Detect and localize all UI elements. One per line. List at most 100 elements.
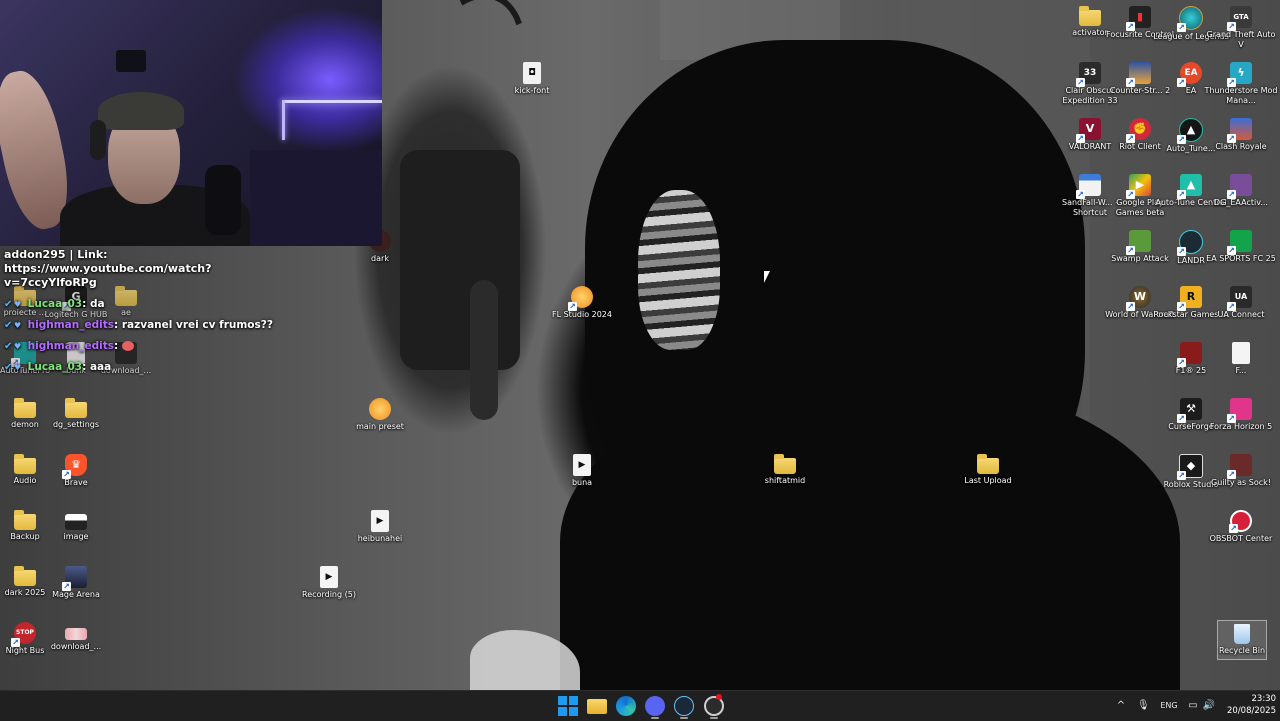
folder-icon	[1079, 6, 1101, 26]
verified-badge-icon: ✔	[4, 320, 13, 331]
chat-text: da	[89, 298, 105, 310]
headset-icon	[90, 120, 106, 160]
network-icon[interactable]: ▭	[1186, 697, 1200, 715]
recycle-bin-icon	[1234, 624, 1250, 644]
volume-icon[interactable]: 🔊	[1202, 697, 1216, 715]
dg-icon	[1227, 174, 1252, 199]
desktop-icon-ea-sports-fc-25[interactable]: EA SPORTS FC 25	[1203, 230, 1279, 264]
fc25-icon	[1227, 230, 1252, 255]
folder-icon	[977, 454, 999, 474]
desktop-icon-thunderstore[interactable]: ϟ Thunderstore Mod Mana...	[1203, 62, 1279, 106]
edge-icon[interactable]	[616, 696, 636, 716]
folder-icon	[14, 398, 36, 418]
desktop-icon-f-file[interactable]: F...	[1203, 342, 1279, 376]
chat-username: highman_edits	[27, 319, 114, 331]
running-indicator	[680, 717, 688, 719]
discord-file-icon: ◘	[523, 62, 541, 84]
running-indicator	[651, 717, 659, 719]
desktop-icon-shiftatmid[interactable]: shiftatmid	[747, 454, 823, 486]
wallpaper-face	[638, 190, 720, 350]
desktop-icon-recording-5[interactable]: ▶ Recording (5)	[291, 566, 367, 600]
obsbot-icon	[1229, 510, 1252, 533]
forza-icon	[1227, 398, 1252, 423]
webcam-microphone	[205, 165, 241, 235]
curseforge-icon: ⚒	[1177, 398, 1202, 423]
desktop-icon-dg-settings[interactable]: dg_settings	[38, 398, 114, 430]
sub-badge-icon: ♥	[14, 363, 22, 372]
desktop-icon-buna[interactable]: ▶ buna	[544, 454, 620, 488]
clock-date: 20/08/2025	[1227, 706, 1276, 716]
steam-icon[interactable]	[674, 696, 694, 716]
folder-icon	[774, 454, 796, 474]
swamp-attack-icon	[1126, 230, 1151, 255]
wallpaper-body	[560, 380, 1180, 690]
microphone-icon[interactable]: 🎙	[1137, 697, 1150, 715]
language-indicator[interactable]: ENG	[1157, 697, 1181, 715]
folder-icon	[14, 510, 36, 530]
webcam-ceiling-device	[116, 50, 146, 72]
webcam-overlay	[0, 0, 382, 246]
file-explorer-icon[interactable]	[587, 699, 607, 714]
media-file-icon: ▶	[320, 566, 338, 588]
chat-message: ✔ ♥ highman_edits:	[4, 340, 304, 353]
desktop-icon-dg-eaactiv[interactable]: DG_EAActiv...	[1203, 174, 1279, 208]
landr-icon	[1177, 230, 1203, 256]
brave-icon: ♛	[62, 454, 87, 479]
desktop-icon-fl-studio-2024[interactable]: FL Studio 2024	[544, 286, 620, 320]
folder-icon	[65, 398, 87, 418]
webcam-led-strip	[282, 100, 382, 103]
wow-icon: W	[1126, 286, 1151, 311]
wallpaper-mic-arm	[470, 280, 498, 420]
desktop-icon-kick-font[interactable]: ◘ kick-font	[494, 62, 570, 96]
webcam-cap	[98, 92, 184, 130]
gta-icon: GTA	[1227, 6, 1252, 31]
recording-dot-icon	[716, 694, 722, 700]
desktop-icon-forza-horizon-5[interactable]: Forza Horizon 5	[1203, 398, 1279, 432]
image-icon	[65, 628, 87, 640]
discord-icon[interactable]	[645, 696, 665, 716]
webcam-room	[250, 150, 382, 246]
autotune-central-icon: ▲	[1177, 174, 1202, 199]
desktop-icon-gta-v[interactable]: GTA Grand Theft Auto V	[1203, 6, 1279, 50]
desktop-icon-last-upload[interactable]: Last Upload	[950, 454, 1026, 486]
wallpaper-microphone	[400, 150, 520, 370]
folder-icon	[14, 566, 36, 586]
chat-overlay: addon295 | Link: https://www.youtube.com…	[4, 248, 304, 382]
sub-badge-icon: ♥	[14, 342, 22, 351]
media-file-icon: ▶	[573, 454, 591, 476]
league-icon	[1177, 6, 1203, 32]
desktop-icon-heibunahei[interactable]: ▶ heibunahei	[342, 510, 418, 544]
verified-badge-icon: ✔	[4, 341, 13, 352]
desktop-icon-recycle-bin[interactable]: Recycle Bin	[1217, 620, 1267, 660]
windows-start-icon[interactable]	[558, 696, 578, 716]
chat-username: Lucaa_03	[27, 298, 83, 310]
desktop-icon-mage-arena[interactable]: Mage Arena	[38, 566, 114, 600]
clair-obscur-icon: 33	[1076, 62, 1101, 87]
sub-badge-icon: ♥	[14, 321, 22, 330]
desktop-icon-main-preset[interactable]: main preset	[342, 398, 418, 432]
desktop-icon-download[interactable]: download_...	[38, 622, 114, 652]
heart-emote-icon	[121, 341, 134, 351]
desktop-icon-guilty-as-sock[interactable]: Guilty as Sock!	[1203, 454, 1279, 488]
desktop-icon-obsbot-center[interactable]: OBSBOT Center	[1203, 510, 1279, 544]
focusrite-icon: ▮	[1126, 6, 1151, 31]
chat-username: Lucaa_03	[27, 361, 83, 373]
chat-message: ✔ ♥ Lucaa_03: aaa	[4, 361, 112, 373]
chat-text: razvanel vrei cv frumos??	[121, 319, 273, 331]
taskbar: ^ 🎙 ENG ▭ 🔊 23:30 20/08/2025	[0, 690, 1280, 721]
verified-badge-icon: ✔	[4, 362, 13, 373]
rockstar-icon: R	[1177, 286, 1202, 311]
desktop-icon-clash-royale[interactable]: Clash Royale	[1203, 118, 1279, 152]
desktop-icon-brave[interactable]: ♛ Brave	[38, 454, 114, 488]
fl-studio-icon	[369, 398, 391, 420]
desktop-icon-image[interactable]: image	[38, 510, 114, 542]
desktop-icon-ua-connect[interactable]: UA UA Connect	[1203, 286, 1279, 320]
f1-icon	[1177, 342, 1202, 367]
valorant-icon: V	[1076, 118, 1101, 143]
show-hidden-icons-chevron-icon[interactable]: ^	[1115, 697, 1127, 715]
riot-icon: ✊	[1126, 118, 1151, 143]
autotune-icon: ▲	[1177, 118, 1203, 144]
image-icon	[65, 514, 87, 530]
ea-icon: EA	[1177, 62, 1202, 87]
clock[interactable]: 23:30 20/08/2025	[1220, 693, 1276, 717]
